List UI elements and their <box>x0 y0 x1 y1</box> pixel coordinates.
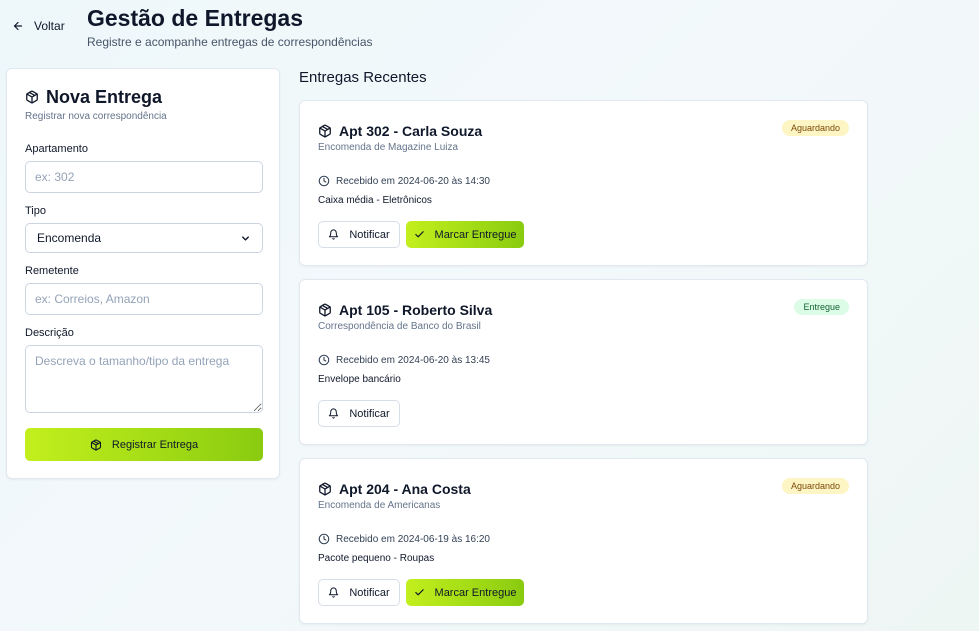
delivery-card-subtitle: Encomenda de Magazine Luiza <box>318 142 459 153</box>
notify-button[interactable]: Notificar <box>318 400 400 427</box>
new-delivery-form: Nova Entrega Registrar nova correspondên… <box>6 68 280 479</box>
form-subtitle: Registrar nova correspondência <box>25 111 167 122</box>
delivery-card-title: Apt 105 - Roberto Silva <box>318 301 492 319</box>
delivery-card-subtitle: Encomenda de Americanas <box>318 500 441 511</box>
delivery-card-title: Apt 204 - Ana Costa <box>318 480 471 498</box>
apartment-input[interactable] <box>25 161 263 193</box>
type-select[interactable]: Encomenda <box>25 223 263 253</box>
delivery-card-title-text: Apt 302 - Carla Souza <box>339 123 483 139</box>
delivery-card-subtitle: Correspondência de Banco do Brasil <box>318 321 481 332</box>
received-time: Recebido em 2024-06-20 às 13:45 <box>318 353 490 367</box>
bell-icon <box>329 408 339 419</box>
mark-delivered-button[interactable]: Marcar Entregue <box>406 579 524 606</box>
notify-button[interactable]: Notificar <box>318 221 400 248</box>
sender-label: Remetente <box>25 265 79 277</box>
received-time-text: Recebido em 2024-06-19 às 16:20 <box>336 533 490 545</box>
package-icon <box>26 90 38 104</box>
page-subtitle: Registre e acompanhe entregas de corresp… <box>87 35 373 49</box>
received-time: Recebido em 2024-06-20 às 14:30 <box>318 174 490 188</box>
check-icon <box>414 589 424 596</box>
mark-delivered-label: Marcar Entregue <box>434 586 517 599</box>
arrow-left-icon <box>13 21 23 31</box>
bell-icon <box>329 229 339 240</box>
check-icon <box>414 231 424 238</box>
mark-delivered-label: Marcar Entregue <box>434 228 517 241</box>
notify-button[interactable]: Notificar <box>318 579 400 606</box>
clock-icon <box>318 533 330 545</box>
notify-button-label: Notificar <box>349 407 390 420</box>
mark-delivered-button[interactable]: Marcar Entregue <box>406 221 524 248</box>
package-icon <box>319 482 331 496</box>
description-label: Descrição <box>25 327 74 339</box>
delivery-card: Apt 302 - Carla Souza Encomenda de Magaz… <box>299 100 868 266</box>
package-icon <box>90 438 101 451</box>
delivery-card: Apt 105 - Roberto Silva Correspondência … <box>299 279 868 445</box>
form-title-text: Nova Entrega <box>46 86 163 107</box>
clock-icon <box>318 175 330 187</box>
bell-icon <box>329 587 339 598</box>
package-icon <box>319 124 331 138</box>
back-button[interactable]: Voltar <box>12 16 65 36</box>
delivery-description: Caixa média - Eletrônicos <box>318 195 432 206</box>
status-badge: Aguardando <box>781 478 849 494</box>
status-badge: Entregue <box>794 299 849 315</box>
recent-deliveries-title: Entregas Recentes <box>299 69 427 86</box>
received-time-text: Recebido em 2024-06-20 às 14:30 <box>336 175 490 187</box>
type-select-value: Encomenda <box>37 231 102 245</box>
package-icon <box>319 303 331 317</box>
delivery-card-title: Apt 302 - Carla Souza <box>318 122 482 140</box>
delivery-card: Apt 204 - Ana Costa Encomenda de America… <box>299 458 868 624</box>
sender-input[interactable] <box>25 283 263 315</box>
delivery-card-title-text: Apt 204 - Ana Costa <box>339 481 471 497</box>
delivery-card-title-text: Apt 105 - Roberto Silva <box>339 302 493 318</box>
register-delivery-button[interactable]: Registrar Entrega <box>25 428 263 461</box>
description-textarea[interactable] <box>25 345 263 413</box>
clock-icon <box>318 354 330 366</box>
type-label: Tipo <box>25 205 46 217</box>
chevron-down-icon <box>242 235 249 241</box>
form-title: Nova Entrega <box>25 87 162 107</box>
delivery-description: Pacote pequeno - Roupas <box>318 553 435 564</box>
register-delivery-label: Registrar Entrega <box>111 438 199 451</box>
back-button-label: Voltar <box>34 19 65 33</box>
delivery-description: Envelope bancário <box>318 374 401 385</box>
received-time: Recebido em 2024-06-19 às 16:20 <box>318 532 490 546</box>
page-header: Voltar Gestão de Entregas Registre e aco… <box>0 0 979 60</box>
notify-button-label: Notificar <box>349 586 390 599</box>
received-time-text: Recebido em 2024-06-20 às 13:45 <box>336 354 490 366</box>
notify-button-label: Notificar <box>349 228 390 241</box>
page-title: Gestão de Entregas <box>87 5 304 31</box>
apartment-label: Apartamento <box>25 143 88 155</box>
status-badge: Aguardando <box>781 120 849 136</box>
